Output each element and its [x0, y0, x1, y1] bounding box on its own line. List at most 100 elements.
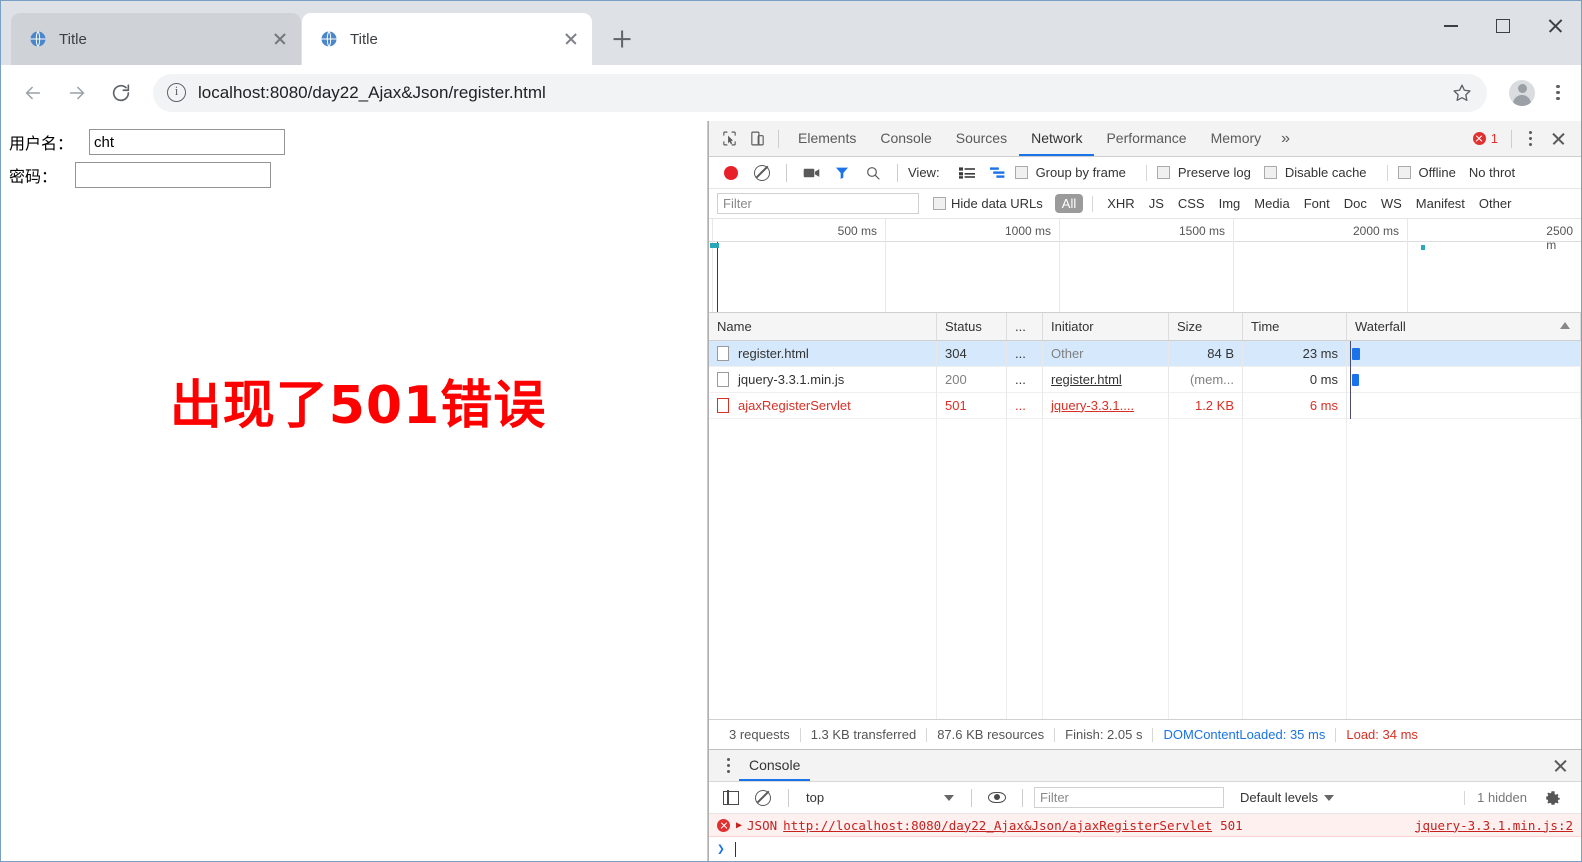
network-filter-input[interactable]: Filter — [717, 193, 919, 214]
new-tab-button[interactable] — [605, 22, 639, 56]
console-context-select[interactable]: top — [800, 787, 960, 809]
maximize-button[interactable] — [1477, 1, 1529, 51]
close-window-button[interactable] — [1529, 1, 1581, 51]
console-sidebar-toggle[interactable] — [717, 784, 745, 812]
site-info-icon[interactable] — [167, 83, 186, 102]
filter-type-css[interactable]: CSS — [1178, 196, 1205, 211]
filter-type-ws[interactable]: WS — [1381, 196, 1402, 211]
group-by-frame-label: Group by frame — [1035, 165, 1126, 180]
column-header-name[interactable]: Name — [709, 313, 937, 340]
cell-name: jquery-3.3.1.min.js — [709, 366, 937, 393]
inspect-element-icon[interactable] — [715, 125, 743, 153]
list-view-icon[interactable] — [953, 159, 981, 187]
filter-toggle-button[interactable] — [828, 159, 856, 187]
address-bar[interactable]: localhost:8080/day22_Ajax&Json/register.… — [153, 73, 1487, 112]
filter-type-xhr[interactable]: XHR — [1107, 196, 1134, 211]
search-button[interactable] — [859, 159, 887, 187]
tab-console[interactable]: Console — [868, 121, 943, 156]
clear-icon — [754, 164, 770, 181]
filter-type-img[interactable]: Img — [1219, 196, 1241, 211]
cell-waterfall — [1347, 392, 1581, 419]
browser-tab-1[interactable]: Title — [11, 13, 301, 65]
throttling-select[interactable]: No throt — [1469, 165, 1515, 180]
close-devtools-button[interactable] — [1547, 127, 1571, 151]
console-message-url[interactable]: http://localhost:8080/day22_Ajax&Json/aj… — [783, 818, 1212, 833]
tab-network[interactable]: Network — [1019, 121, 1095, 156]
browser-tab-2[interactable]: Title — [302, 13, 592, 65]
tab-elements[interactable]: Elements — [786, 121, 868, 156]
live-expression-button[interactable] — [983, 784, 1011, 812]
request-marker — [1421, 245, 1425, 250]
devtools-tab-bar-right: 1 — [1472, 127, 1575, 151]
column-header-overflow[interactable]: ... — [1007, 313, 1043, 340]
minimize-button[interactable] — [1425, 1, 1477, 51]
cell-initiator[interactable]: jquery-3.3.1.... — [1043, 392, 1169, 419]
profile-avatar[interactable] — [1509, 79, 1535, 106]
preserve-log-checkbox[interactable] — [1156, 166, 1170, 179]
console-message-source[interactable]: jquery-3.3.1.min.js:2 — [1415, 818, 1573, 833]
reload-button[interactable] — [101, 73, 141, 113]
close-drawer-button[interactable] — [1549, 754, 1573, 778]
capture-screenshots-button[interactable] — [797, 159, 825, 187]
reload-icon — [112, 83, 130, 101]
cell-initiator[interactable]: register.html — [1043, 366, 1169, 393]
waterfall-view-icon[interactable] — [984, 159, 1012, 187]
cell-name: register.html — [709, 340, 937, 367]
disable-cache-checkbox[interactable] — [1263, 166, 1277, 179]
table-row[interactable]: register.html 304 ... Other 84 B 23 ms — [709, 340, 1581, 367]
browser-menu-button[interactable] — [1547, 82, 1569, 104]
offline-checkbox[interactable] — [1397, 166, 1411, 179]
cell-status: 200 — [937, 366, 1007, 393]
tab-close-icon[interactable] — [269, 28, 291, 50]
tab-performance[interactable]: Performance — [1094, 121, 1198, 156]
console-filter-input[interactable]: Filter — [1034, 787, 1224, 808]
expand-arrow-icon[interactable]: ▶ — [736, 820, 742, 831]
devtools-menu-button[interactable] — [1519, 131, 1541, 146]
column-header-status[interactable]: Status — [937, 313, 1007, 340]
table-row[interactable]: ajaxRegisterServlet 501 ... jquery-3.3.1… — [709, 392, 1581, 419]
device-toolbar-icon[interactable] — [743, 125, 771, 153]
filter-type-js[interactable]: JS — [1149, 196, 1164, 211]
filter-type-doc[interactable]: Doc — [1344, 196, 1367, 211]
disable-cache-label: Disable cache — [1284, 165, 1367, 180]
column-header-waterfall[interactable]: Waterfall — [1347, 313, 1581, 340]
filter-type-media[interactable]: Media — [1254, 196, 1289, 211]
bookmark-star-icon[interactable] — [1451, 82, 1473, 104]
record-button[interactable] — [717, 159, 745, 187]
drawer-tab-console[interactable]: Console — [739, 750, 811, 781]
console-message-status: 501 — [1220, 817, 1243, 833]
column-header-initiator[interactable]: Initiator — [1043, 313, 1169, 340]
clear-network-button[interactable] — [748, 159, 776, 187]
timeline-tick-1000: 1000 ms — [1004, 224, 1051, 238]
drawer-menu-button[interactable] — [717, 758, 739, 773]
clear-console-button[interactable] — [749, 784, 777, 812]
filter-type-font[interactable]: Font — [1304, 196, 1330, 211]
cell-size: 1.2 KB — [1169, 392, 1243, 419]
username-input[interactable] — [89, 129, 285, 155]
devtools-drawer: Console top Filter Default levels 1 hidd… — [709, 749, 1581, 861]
console-error-message[interactable]: ▶ JSON http://localhost:8080/day22_Ajax&… — [709, 814, 1581, 837]
network-filter-bar: Filter Hide data URLs All XHR JS CSS Img… — [709, 189, 1581, 219]
error-badge[interactable]: 1 — [1472, 131, 1498, 146]
table-row[interactable]: jquery-3.3.1.min.js 200 ... register.htm… — [709, 366, 1581, 393]
console-toolbar: top Filter Default levels 1 hidden — [709, 782, 1581, 814]
arrow-right-icon — [69, 86, 85, 99]
console-prompt[interactable]: ❯ — [709, 837, 1581, 861]
password-input[interactable] — [75, 162, 271, 188]
console-settings-button[interactable] — [1539, 784, 1567, 812]
hide-data-urls-checkbox[interactable] — [933, 197, 946, 210]
filter-type-manifest[interactable]: Manifest — [1416, 196, 1465, 211]
network-timeline-overview[interactable]: 500 ms 1000 ms 1500 ms 2000 ms 2500 m — [709, 219, 1581, 313]
column-header-time[interactable]: Time — [1243, 313, 1347, 340]
back-button[interactable] — [13, 73, 53, 113]
filter-type-other[interactable]: Other — [1479, 196, 1512, 211]
group-by-frame-checkbox[interactable] — [1014, 166, 1028, 179]
tab-close-icon[interactable] — [560, 28, 582, 50]
filter-type-all[interactable]: All — [1054, 194, 1084, 213]
forward-button[interactable] — [57, 73, 97, 113]
tab-memory[interactable]: Memory — [1199, 121, 1274, 156]
console-levels-select[interactable]: Default levels — [1240, 790, 1335, 805]
more-tabs-icon[interactable]: » — [1273, 130, 1298, 148]
tab-sources[interactable]: Sources — [944, 121, 1019, 156]
column-header-size[interactable]: Size — [1169, 313, 1243, 340]
